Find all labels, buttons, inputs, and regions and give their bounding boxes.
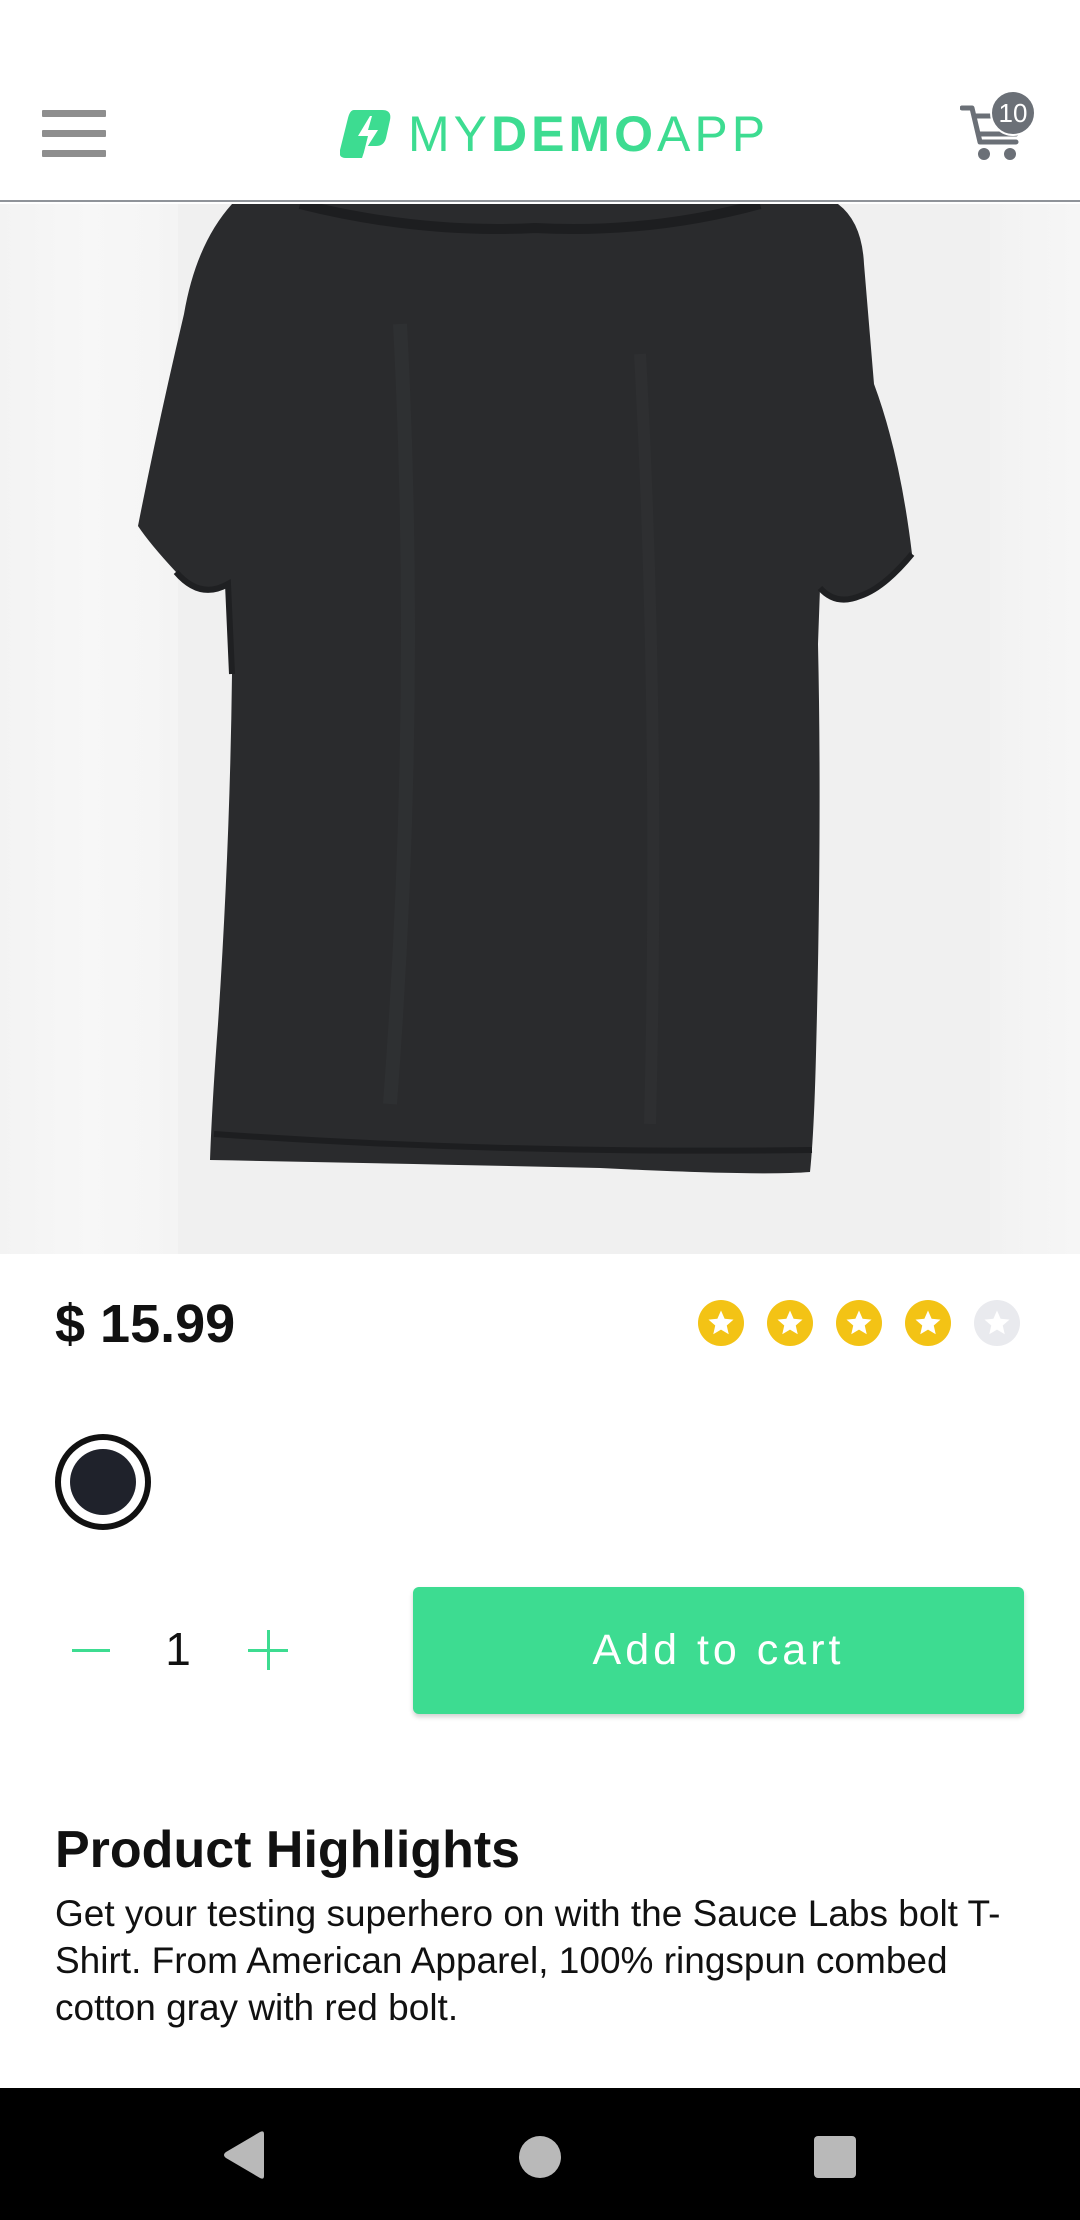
bolt-logo-icon bbox=[340, 110, 391, 158]
hamburger-icon-bar bbox=[42, 130, 106, 137]
add-to-cart-button[interactable]: Add to cart bbox=[413, 1587, 1024, 1714]
quantity-increase-button[interactable] bbox=[248, 1630, 288, 1670]
tshirt-image bbox=[138, 204, 990, 1254]
star-icon[interactable] bbox=[698, 1300, 744, 1346]
quantity-decrease-button[interactable] bbox=[72, 1630, 110, 1670]
product-image bbox=[0, 204, 1080, 1254]
cart-count-badge: 10 bbox=[990, 90, 1036, 136]
highlights-text: Get your testing superhero on with the S… bbox=[55, 1893, 1001, 2028]
app-header: MY DEMO APP 10 bbox=[0, 0, 1080, 202]
hamburger-icon-bar bbox=[42, 150, 106, 157]
highlights-title: Product Highlights bbox=[55, 1821, 521, 1879]
color-option-selected[interactable] bbox=[55, 1434, 151, 1530]
cart-button[interactable]: 10 bbox=[960, 90, 1040, 172]
color-swatch bbox=[70, 1449, 136, 1515]
logo-text-my: MY bbox=[408, 106, 491, 162]
hamburger-icon-bar bbox=[42, 110, 106, 117]
recents-icon[interactable] bbox=[814, 2136, 856, 2178]
star-icon[interactable] bbox=[836, 1300, 882, 1346]
product-price: $ 15.99 bbox=[55, 1294, 236, 1354]
menu-button[interactable] bbox=[42, 110, 106, 158]
star-icon[interactable] bbox=[767, 1300, 813, 1346]
star-empty-icon[interactable] bbox=[974, 1300, 1020, 1346]
system-navigation-bar bbox=[0, 2088, 1080, 2220]
logo-text-demo: DEMO bbox=[491, 106, 657, 162]
product-rating bbox=[698, 1300, 1020, 1346]
logo-text-app: APP bbox=[657, 106, 770, 162]
back-icon[interactable] bbox=[222, 2130, 268, 2180]
app-logo: MY DEMO APP bbox=[340, 106, 769, 162]
home-icon[interactable] bbox=[519, 2136, 561, 2178]
quantity-value: 1 bbox=[165, 1623, 191, 1675]
star-icon[interactable] bbox=[905, 1300, 951, 1346]
